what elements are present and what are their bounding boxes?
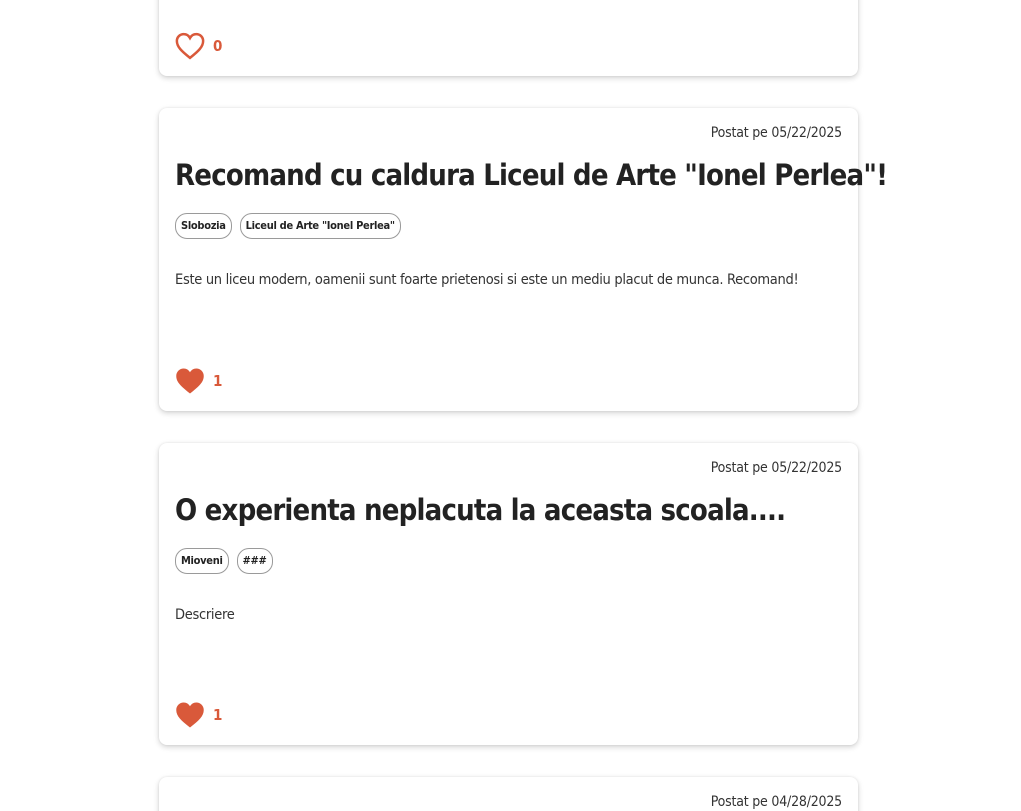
like-count: 1 [213, 706, 223, 724]
heart-outline-icon [175, 32, 205, 60]
post-card[interactable]: Postat pe 05/22/2025 O experienta neplac… [159, 443, 858, 745]
like-count: 0 [213, 37, 223, 55]
post-date: Postat pe 05/22/2025 [710, 125, 842, 141]
post-title[interactable]: O experienta neplacuta la aceasta scoala… [175, 493, 786, 527]
heart-filled-icon [175, 701, 205, 729]
post-card: 0 [159, 0, 858, 76]
like-button[interactable]: 1 [175, 701, 222, 729]
like-count: 1 [213, 372, 223, 390]
heart-filled-icon [175, 367, 205, 395]
like-button[interactable]: 0 [175, 32, 222, 60]
posts-feed: 0 Postat pe 05/22/2025 Recomand cu caldu… [0, 0, 1021, 811]
post-card[interactable]: Postat pe 05/22/2025 Recomand cu caldura… [159, 108, 888, 411]
tag-school[interactable]: Liceul de Arte "Ionel Perlea" [239, 213, 401, 239]
post-description: Este un liceu modern, oamenii sunt foart… [175, 272, 799, 288]
tag-list: Mioveni ### [175, 548, 273, 574]
post-date: Postat pe 05/22/2025 [710, 460, 842, 476]
tag-list: Slobozia Liceul de Arte "Ionel Perlea" [175, 213, 401, 239]
post-card[interactable]: Postat pe 04/28/2025 [159, 777, 858, 811]
post-date: Postat pe 04/28/2025 [710, 794, 842, 810]
tag-school[interactable]: ### [236, 548, 273, 574]
post-description: Descriere [175, 607, 235, 623]
tag-location[interactable]: Slobozia [175, 213, 232, 239]
post-title[interactable]: Recomand cu caldura Liceul de Arte "Ione… [175, 158, 888, 192]
like-button[interactable]: 1 [175, 367, 222, 395]
tag-location[interactable]: Mioveni [175, 548, 229, 574]
